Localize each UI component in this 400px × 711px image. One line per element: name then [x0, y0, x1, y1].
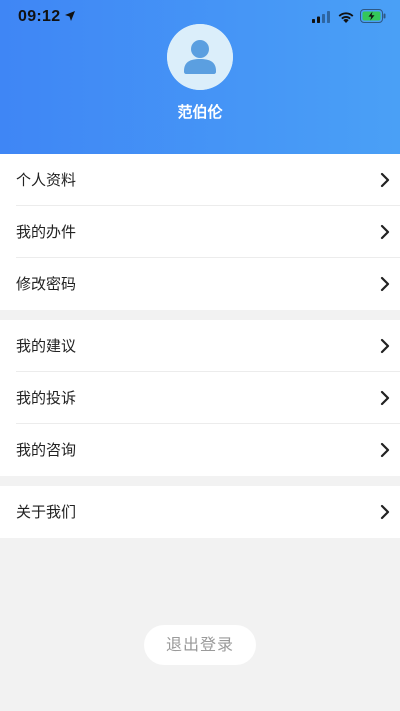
menu-item-my-suggestions[interactable]: 我的建议: [0, 320, 400, 372]
username: 范伯伦: [177, 103, 223, 121]
menu-item-label: 个人资料: [16, 171, 77, 189]
menu-item-label: 关于我们: [16, 503, 77, 521]
chevron-right-icon: [380, 338, 390, 354]
menu-group-feedback: 我的建议 我的投诉 我的咨询: [0, 320, 400, 476]
chevron-right-icon: [380, 504, 390, 520]
chevron-right-icon: [380, 442, 390, 458]
chevron-right-icon: [380, 224, 390, 240]
avatar[interactable]: [167, 24, 233, 90]
menu-group-about: 关于我们: [0, 486, 400, 538]
wifi-icon: [338, 12, 354, 23]
menu-item-label: 我的咨询: [16, 441, 77, 459]
menu-item-personal-info[interactable]: 个人资料: [0, 154, 400, 206]
cellular-signal-icon: [312, 11, 330, 23]
location-arrow-icon: [65, 11, 75, 21]
logout-button[interactable]: 退出登录: [144, 625, 256, 665]
status-time: 09:12: [18, 8, 61, 25]
menu-item-label: 我的建议: [16, 337, 77, 355]
menu-item-label: 我的办件: [16, 223, 77, 241]
chevron-right-icon: [380, 390, 390, 406]
menu-item-my-inquiries[interactable]: 我的咨询: [0, 424, 400, 476]
chevron-right-icon: [380, 276, 390, 292]
menu-group-account: 个人资料 我的办件 修改密码: [0, 154, 400, 310]
profile-header: 09:12 范伯伦: [0, 0, 400, 154]
chevron-right-icon: [380, 172, 390, 188]
battery-charging-icon: [360, 9, 386, 23]
menu-item-my-complaints[interactable]: 我的投诉: [0, 372, 400, 424]
user-avatar-icon: [167, 24, 233, 90]
menu-item-label: 我的投诉: [16, 389, 77, 407]
menu-item-my-cases[interactable]: 我的办件: [0, 206, 400, 258]
menu-item-about-us[interactable]: 关于我们: [0, 486, 400, 538]
menu-item-label: 修改密码: [16, 275, 77, 293]
menu-item-change-password[interactable]: 修改密码: [0, 258, 400, 310]
